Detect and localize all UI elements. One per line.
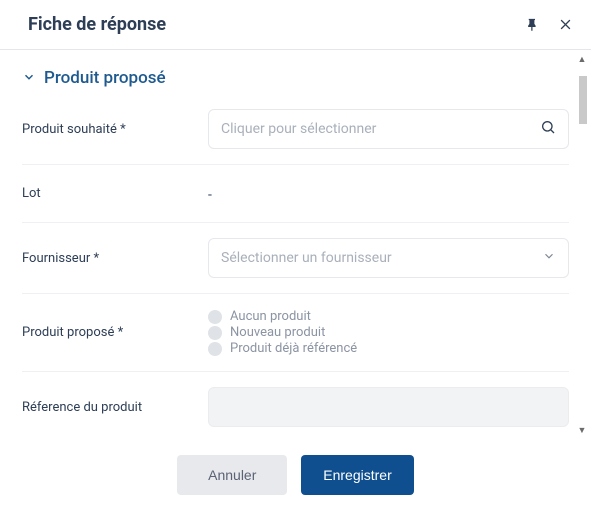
- proposed-product-radio-group: Aucun produit Nouveau produit Produit dé…: [208, 309, 569, 356]
- content-scroll: Produit proposé Produit souhaité * Cliqu…: [0, 50, 591, 440]
- radio-label: Nouveau produit: [230, 325, 325, 340]
- radio-dot-icon: [208, 310, 222, 324]
- chevron-down-icon: [22, 69, 36, 88]
- desired-product-lookup[interactable]: Cliquer pour sélectionner: [208, 109, 569, 149]
- panel-title: Fiche de réponse: [28, 14, 166, 35]
- save-button[interactable]: Enregistrer: [301, 455, 413, 495]
- radio-label: Produit déjà référencé: [230, 341, 357, 356]
- label-proposed-product: Produit proposé *: [22, 325, 208, 340]
- cancel-button[interactable]: Annuler: [177, 455, 287, 495]
- row-lot: Lot -: [22, 165, 569, 223]
- row-proposed-product: Produit proposé * Aucun produit Nouveau …: [22, 294, 569, 372]
- section-title: Produit proposé: [44, 68, 166, 88]
- header-actions: [525, 17, 573, 32]
- close-icon[interactable]: [558, 17, 573, 32]
- scroll-down-icon[interactable]: ▼: [577, 425, 587, 436]
- row-product-reference: Réference du produit: [22, 372, 569, 440]
- product-reference-input[interactable]: [208, 387, 569, 427]
- supplier-select[interactable]: Sélectionner un fournisseur: [208, 238, 569, 278]
- label-supplier: Fournisseur *: [22, 251, 208, 266]
- form-rows: Produit souhaité * Cliquer pour sélectio…: [18, 94, 573, 440]
- label-product-reference: Réference du produit: [22, 400, 208, 415]
- scrollbar-thumb[interactable]: [579, 76, 587, 124]
- pin-icon[interactable]: [525, 17, 540, 32]
- section-toggle-produit-propose[interactable]: Produit proposé: [18, 50, 573, 94]
- desired-product-placeholder: Cliquer pour sélectionner: [221, 121, 376, 137]
- radio-option-existing[interactable]: Produit déjà référencé: [208, 341, 569, 356]
- radio-option-none[interactable]: Aucun produit: [208, 309, 569, 324]
- label-lot: Lot: [22, 186, 208, 201]
- panel-footer: Annuler Enregistrer: [0, 441, 591, 509]
- chevron-down-icon: [542, 249, 556, 267]
- radio-dot-icon: [208, 342, 222, 356]
- content-wrapper: Produit proposé Produit souhaité * Cliqu…: [0, 50, 591, 440]
- radio-dot-icon: [208, 326, 222, 340]
- search-icon: [540, 119, 556, 139]
- row-supplier: Fournisseur * Sélectionner un fournisseu…: [22, 223, 569, 294]
- radio-option-new[interactable]: Nouveau produit: [208, 325, 569, 340]
- row-desired-product: Produit souhaité * Cliquer pour sélectio…: [22, 94, 569, 165]
- scroll-up-icon[interactable]: ▲: [577, 54, 587, 65]
- label-desired-product: Produit souhaité *: [22, 122, 208, 137]
- radio-label: Aucun produit: [230, 309, 311, 324]
- lot-value: -: [208, 187, 212, 203]
- supplier-placeholder: Sélectionner un fournisseur: [221, 250, 392, 266]
- panel-header: Fiche de réponse: [0, 0, 591, 50]
